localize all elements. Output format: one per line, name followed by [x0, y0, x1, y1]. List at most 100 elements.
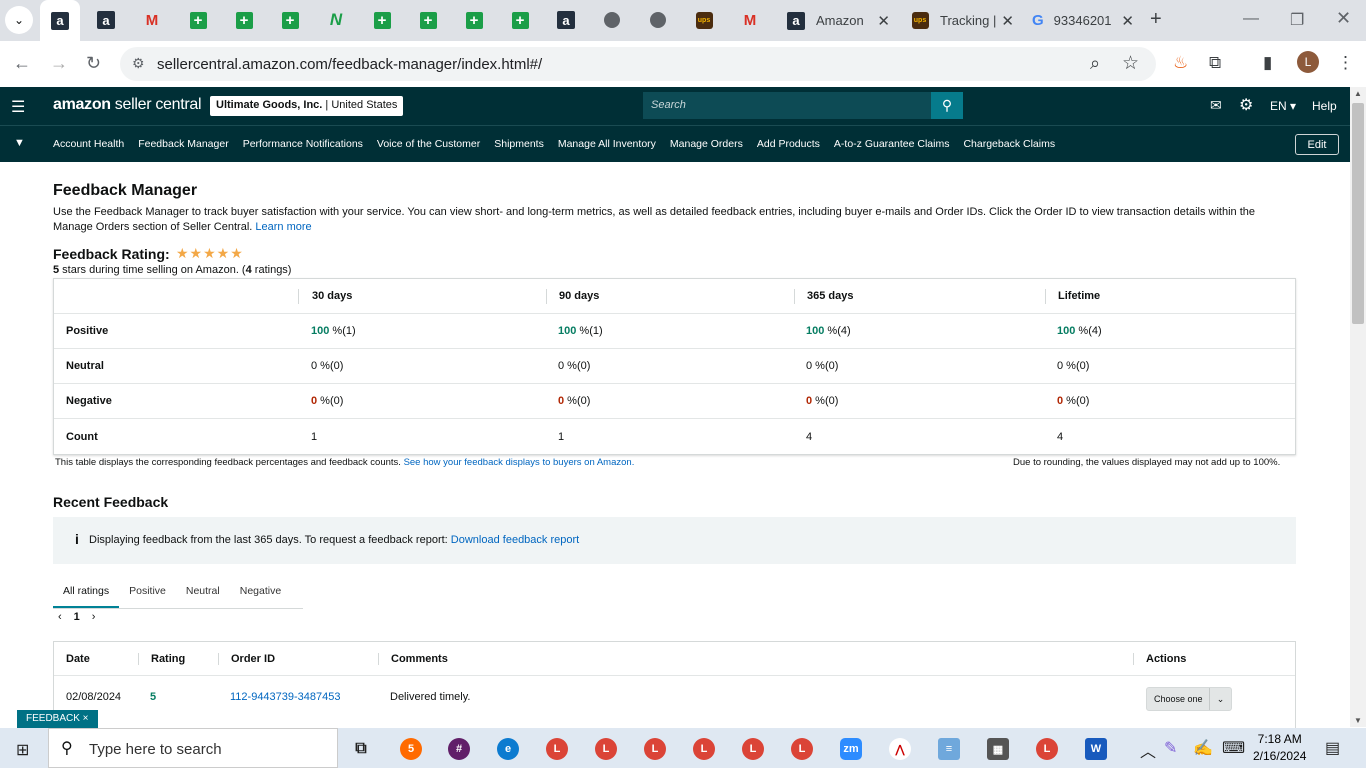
- stock-chart-icon[interactable]: ⋀: [889, 738, 911, 760]
- pinned-tab-ups[interactable]: ups: [692, 8, 716, 32]
- reload-icon[interactable]: ↻: [86, 53, 101, 74]
- tab-neutral[interactable]: Neutral: [176, 576, 230, 608]
- forward-arrow-icon[interactable]: →: [50, 53, 68, 74]
- profile-avatar[interactable]: L: [1297, 51, 1319, 73]
- nav-item-a-to-z-claims[interactable]: A-to-z Guarantee Claims: [834, 138, 950, 150]
- current-page[interactable]: 1: [74, 611, 80, 623]
- side-panel-icon[interactable]: ▮: [1263, 53, 1272, 73]
- tray-chevron-up-icon[interactable]: ︿: [1140, 738, 1156, 762]
- chrome-icon[interactable]: L: [791, 738, 813, 760]
- stylus-icon[interactable]: ✍: [1193, 738, 1213, 758]
- calculator-icon[interactable]: ▦: [987, 738, 1009, 760]
- nav-item-manage-orders[interactable]: Manage Orders: [670, 138, 743, 150]
- chrome-icon[interactable]: L: [1036, 738, 1058, 760]
- pinned-tab-gmail[interactable]: M: [140, 8, 164, 32]
- hamburger-menu-icon[interactable]: ☰: [11, 97, 25, 117]
- pinned-tab-sheets-4[interactable]: +: [370, 8, 394, 32]
- telegram-icon[interactable]: 5: [400, 738, 422, 760]
- tab-tracking[interactable]: ups Tracking | ✕: [900, 6, 1020, 35]
- edit-nav-button[interactable]: Edit: [1295, 134, 1339, 155]
- nav-item-performance-notifications[interactable]: Performance Notifications: [243, 138, 363, 150]
- pinned-tab-amazon[interactable]: a: [40, 0, 80, 41]
- task-view-icon[interactable]: ⧉: [350, 738, 372, 760]
- nav-item-account-health[interactable]: Account Health: [53, 138, 124, 150]
- taskbar-search-input[interactable]: ⚲ Type here to search: [48, 728, 338, 768]
- zoom-magnifier-icon[interactable]: ⌕: [1090, 53, 1100, 74]
- chrome-icon[interactable]: L: [742, 738, 764, 760]
- bookmark-star-icon[interactable]: ☆: [1122, 52, 1139, 75]
- pinned-tab-sheets-5[interactable]: +: [416, 8, 440, 32]
- pinned-tab-gmail-2[interactable]: M: [738, 8, 762, 32]
- gear-icon[interactable]: ⚙: [1239, 95, 1253, 115]
- window-close-icon[interactable]: ✕: [1336, 8, 1351, 29]
- system-clock[interactable]: 7:18 AM 2/16/2024: [1253, 731, 1306, 765]
- seller-central-logo[interactable]: amazon seller central: [53, 96, 202, 114]
- site-settings-icon[interactable]: ⚙: [132, 55, 145, 72]
- chrome-icon[interactable]: L: [595, 738, 617, 760]
- extensions-puzzle-icon[interactable]: ⧉: [1209, 53, 1221, 73]
- scrollbar-thumb[interactable]: [1352, 103, 1364, 324]
- chrome-icon[interactable]: L: [546, 738, 568, 760]
- url-text[interactable]: sellercentral.amazon.com/feedback-manage…: [157, 56, 542, 73]
- pinned-tab-sheets-2[interactable]: +: [232, 8, 256, 32]
- pinned-tab-amazon-3[interactable]: a: [554, 8, 578, 32]
- kebab-menu-icon[interactable]: ⋮: [1337, 53, 1354, 73]
- slack-icon[interactable]: #: [448, 738, 470, 760]
- search-icon[interactable]: ⚲: [931, 92, 963, 119]
- buyer-display-link[interactable]: See how your feedback displays to buyers…: [404, 457, 635, 468]
- pinned-tab-sheets-7[interactable]: +: [508, 8, 532, 32]
- mail-icon[interactable]: ✉: [1210, 97, 1222, 114]
- feedback-tab-button[interactable]: FEEDBACK ×: [17, 710, 98, 728]
- pen-icon[interactable]: ✎: [1164, 738, 1177, 758]
- address-bar[interactable]: ⚙ sellercentral.amazon.com/feedback-mana…: [120, 47, 1156, 81]
- pinned-tab-globe-2[interactable]: [646, 8, 670, 32]
- chevron-right-icon[interactable]: ›: [92, 611, 96, 623]
- word-icon[interactable]: W: [1085, 738, 1107, 760]
- back-arrow-icon[interactable]: ←: [13, 53, 31, 74]
- edge-icon[interactable]: e: [497, 738, 519, 760]
- nav-item-manage-inventory[interactable]: Manage All Inventory: [558, 138, 656, 150]
- scroll-up-arrow-icon[interactable]: ▲: [1354, 89, 1362, 98]
- minimize-icon[interactable]: —: [1243, 10, 1259, 28]
- new-tab-plus-icon[interactable]: +: [1150, 8, 1162, 31]
- pinned-tab-sheets-1[interactable]: +: [186, 8, 210, 32]
- tab-negative[interactable]: Negative: [230, 576, 291, 608]
- notepad-icon[interactable]: ≡: [938, 738, 960, 760]
- help-link[interactable]: Help: [1312, 99, 1337, 113]
- pinned-tab-n[interactable]: N: [324, 8, 348, 32]
- pinned-tab-sheets-6[interactable]: +: [462, 8, 486, 32]
- nav-item-feedback-manager[interactable]: Feedback Manager: [138, 138, 228, 150]
- tab-positive[interactable]: Positive: [119, 576, 176, 608]
- order-id-link[interactable]: 112-9443739-3487453: [218, 691, 378, 703]
- extension-flame-icon[interactable]: ♨: [1173, 53, 1188, 73]
- zoom-icon[interactable]: zm: [840, 738, 862, 760]
- download-report-link[interactable]: Download feedback report: [451, 534, 579, 546]
- close-icon[interactable]: ✕: [1001, 12, 1014, 30]
- chevron-left-icon[interactable]: ‹: [58, 611, 62, 623]
- store-switcher[interactable]: Ultimate Goods, Inc. | United States: [210, 96, 404, 116]
- pinned-tab-sheets-3[interactable]: +: [278, 8, 302, 32]
- tab-search-chevron-icon[interactable]: ⌄: [5, 6, 33, 34]
- pinned-tab-globe-1[interactable]: [600, 8, 624, 32]
- action-dropdown[interactable]: Choose one ⌄: [1146, 687, 1232, 711]
- language-select[interactable]: EN ▾: [1270, 99, 1296, 113]
- nav-item-add-products[interactable]: Add Products: [757, 138, 820, 150]
- tab-amazon[interactable]: a Amazon ✕: [776, 6, 896, 35]
- chrome-icon[interactable]: L: [644, 738, 666, 760]
- keyboard-icon[interactable]: ⌨: [1222, 738, 1245, 758]
- search-input[interactable]: Search: [643, 92, 931, 119]
- notifications-icon[interactable]: ▤: [1325, 738, 1340, 758]
- windows-start-icon[interactable]: ⊞: [16, 740, 29, 760]
- close-icon[interactable]: ✕: [1121, 12, 1134, 30]
- tab-all-ratings[interactable]: All ratings: [53, 576, 120, 608]
- pinned-tab-amazon-2[interactable]: a: [94, 8, 118, 32]
- restore-icon[interactable]: ❐: [1290, 10, 1304, 30]
- scroll-down-arrow-icon[interactable]: ▼: [1354, 716, 1362, 725]
- nav-item-chargeback-claims[interactable]: Chargeback Claims: [963, 138, 1055, 150]
- chrome-icon[interactable]: L: [693, 738, 715, 760]
- nav-item-voice-of-customer[interactable]: Voice of the Customer: [377, 138, 480, 150]
- learn-more-link[interactable]: Learn more: [255, 221, 311, 233]
- tab-google[interactable]: G 93346201 ✕: [1024, 6, 1140, 35]
- bookmark-icon[interactable]: ▼: [14, 137, 25, 149]
- nav-item-shipments[interactable]: Shipments: [494, 138, 544, 150]
